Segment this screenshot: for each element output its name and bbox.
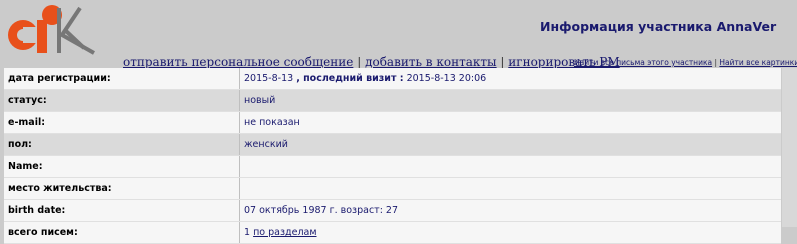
last-visit-label: , последний визит : (296, 73, 404, 84)
profile-frame: дата регистрации: 2015-8-13 , последний … (4, 68, 781, 244)
birth-date-value: 07 октябрь 1987 г. возраст: 27 (244, 205, 399, 216)
letters-count: 1 (244, 227, 251, 238)
gender-value: женский (244, 139, 288, 150)
residence-value (240, 178, 781, 199)
table-row: Name: (4, 156, 781, 178)
status-label: статус: (4, 90, 240, 111)
find-all-letters-link[interactable]: Найти все письма этого участника (574, 58, 712, 67)
logo-gray-part (57, 6, 95, 55)
search-links: Найти все письма этого участника | Найти… (574, 58, 797, 67)
table-row: место жительства: (4, 178, 781, 200)
email-label: e-mail: (4, 112, 240, 133)
table-row: birth date: 07 октябрь 1987 г. возраст: … (4, 200, 781, 222)
add-to-contacts-link[interactable]: добавить в контакты (365, 55, 497, 69)
page-title: Информация участника AnnaVer (540, 19, 777, 34)
email-value: не показан (244, 117, 300, 128)
name-label: Name: (4, 156, 240, 177)
birth-date-label: birth date: (4, 200, 240, 221)
action-separator: | (357, 55, 362, 69)
table-row: дата регистрации: 2015-8-13 , последний … (4, 68, 781, 90)
residence-label: место жительства: (4, 178, 240, 199)
table-row: всего писем: 1 по разделам (4, 222, 781, 244)
scrollbar[interactable] (782, 68, 797, 227)
registration-label: дата регистрации: (4, 68, 240, 89)
letters-by-section-link[interactable]: по разделам (253, 227, 316, 238)
profile-table: дата регистрации: 2015-8-13 , последний … (4, 68, 781, 244)
name-value (240, 156, 781, 177)
table-row: пол: женский (4, 134, 781, 156)
registration-value: 2015-8-13 , последний визит : 2015-8-13 … (240, 68, 781, 89)
status-value: новый (244, 95, 276, 106)
last-visit-value: 2015-8-13 20:06 (406, 73, 487, 84)
table-row: e-mail: не показан (4, 112, 781, 134)
gender-label: пол: (4, 134, 240, 155)
registration-date: 2015-8-13 (244, 73, 294, 84)
logo-orange-part (8, 5, 62, 53)
send-private-message-link[interactable]: отправить персональное сообщение (123, 55, 353, 69)
site-logo[interactable] (4, 3, 102, 55)
find-all-pictures-link[interactable]: Найти все картинки (719, 58, 797, 67)
user-actions-bar: отправить персональное сообщение | добав… (123, 55, 620, 69)
action-separator: | (500, 55, 505, 69)
table-row: статус: новый (4, 90, 781, 112)
search-separator: | (714, 58, 718, 67)
